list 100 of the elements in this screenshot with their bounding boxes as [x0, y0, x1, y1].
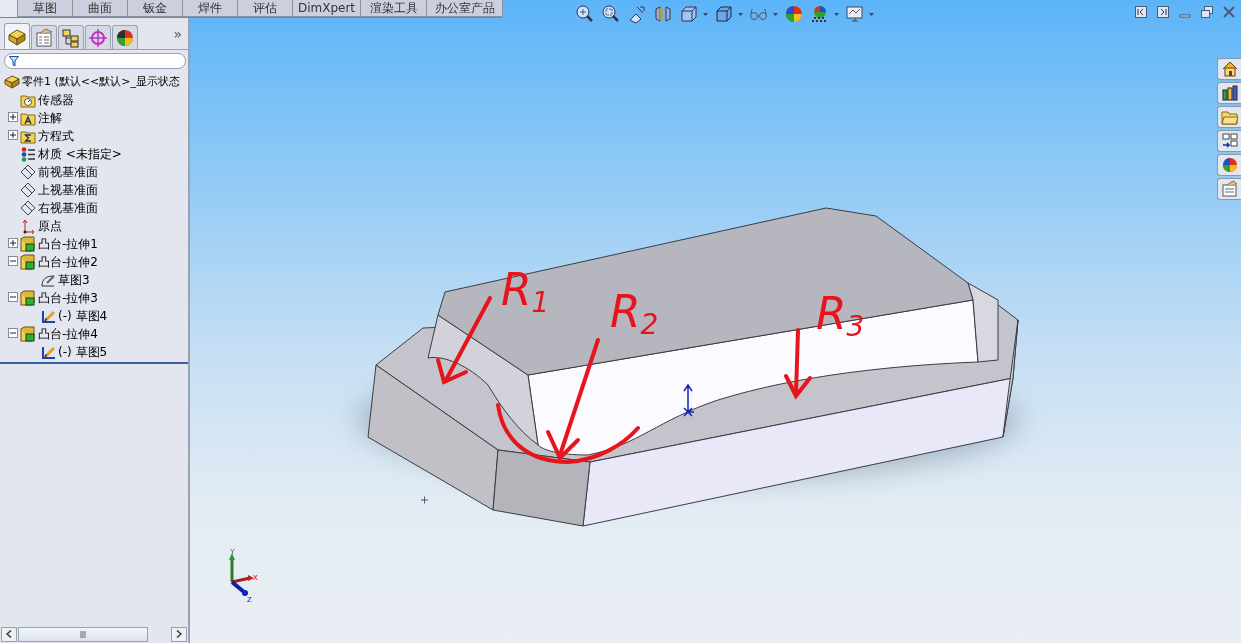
more-button[interactable]: »: [171, 24, 184, 49]
folder-icon: [20, 128, 36, 144]
folder-icon: [20, 110, 36, 126]
extrude-feature-icon: [20, 290, 36, 306]
task-pane-tab[interactable]: [1217, 58, 1241, 80]
restore-icon[interactable]: [1201, 6, 1213, 18]
folder-gauge-icon: [20, 92, 36, 108]
ribbon-tab[interactable]: 钣金: [128, 0, 183, 17]
hierarchy-icon: [61, 27, 81, 48]
task-pane-tab[interactable]: [1217, 154, 1241, 176]
zoom-area-icon: [601, 4, 621, 24]
expand-icon: [8, 112, 18, 122]
sketch-icon: [40, 272, 56, 288]
plane-icon: [20, 164, 36, 180]
property-sheet-icon: [1220, 180, 1239, 198]
tile-left-icon[interactable]: [1135, 6, 1147, 18]
tree-item[interactable]: (-) 草图5: [56, 343, 110, 361]
ribbon-tab[interactable]: 曲面: [73, 0, 128, 17]
filter-field[interactable]: [4, 53, 186, 69]
collapse-icon: [8, 292, 18, 302]
filter-icon: [9, 55, 19, 67]
chevron-right-icon: [176, 630, 182, 638]
caret-icon: [703, 12, 708, 16]
tree-item[interactable]: 凸台-拉伸4: [36, 325, 100, 343]
partial-tab[interactable]: [0, 0, 18, 17]
zoom-fit-icon: [575, 4, 595, 24]
extrude-feature-icon: [20, 236, 36, 252]
close-icon[interactable]: [1223, 6, 1235, 18]
origin-marker-icon: [683, 383, 695, 417]
color-sphere-icon: [115, 27, 135, 48]
axis-label: X: [253, 574, 258, 582]
caret-icon: [869, 12, 874, 16]
tree-toggle[interactable]: [8, 112, 18, 122]
panel-tab[interactable]: [112, 25, 138, 49]
view-orientation-icon: [679, 4, 699, 24]
property-sheet-icon: [34, 27, 54, 48]
scroll-right-button[interactable]: [171, 626, 187, 642]
previous-view-icon: [627, 4, 647, 24]
folder-icon: [1220, 108, 1239, 126]
panel-tab[interactable]: [58, 25, 84, 49]
plane-icon: [20, 182, 36, 198]
part-block-icon: [4, 74, 20, 90]
tree-item[interactable]: 凸台-拉伸2: [36, 253, 100, 271]
tree-toggle[interactable]: [8, 130, 18, 140]
tree-item[interactable]: 凸台-拉伸1: [36, 235, 100, 253]
tree-item[interactable]: 草图3: [56, 271, 92, 289]
task-pane-tab[interactable]: [1217, 82, 1241, 104]
ribbon-tab[interactable]: 评估: [238, 0, 293, 17]
tree-item[interactable]: 材质 <未指定>: [36, 145, 124, 163]
ribbon-tab[interactable]: 焊件: [183, 0, 238, 17]
handwritten-label: R$_{1}$: [501, 268, 550, 312]
annotation-arrow: [784, 328, 812, 400]
ribbon-tab[interactable]: 办公室产品: [427, 0, 503, 17]
caret-icon: [834, 12, 839, 16]
house-icon: [1220, 60, 1239, 78]
ribbon-tab[interactable]: 草图: [18, 0, 73, 17]
grip-icon: [79, 630, 87, 638]
extrude-feature-icon: [20, 254, 36, 270]
tree-item[interactable]: 前视基准面: [36, 163, 100, 181]
color-sphere-icon: [1220, 156, 1239, 174]
crosshair-target-icon: [88, 27, 108, 48]
tree-item[interactable]: 零件1 (默认<<默认>_显示状态: [20, 73, 182, 91]
caret-icon: [738, 12, 743, 16]
collapse-icon: [8, 256, 18, 266]
tree-item[interactable]: 方程式: [36, 127, 76, 145]
section-view-icon: [653, 4, 673, 24]
axis-triad-drawing: [229, 553, 254, 596]
tree-item[interactable]: 注解: [36, 109, 64, 127]
color-sphere-icon: [784, 4, 804, 24]
tree-item[interactable]: 原点: [36, 217, 64, 235]
scroll-left-button[interactable]: [1, 626, 17, 642]
expand-icon: [8, 130, 18, 140]
panel-tab[interactable]: [4, 23, 30, 49]
tree-item[interactable]: (-) 草图4: [56, 307, 110, 325]
monitor-icon: [845, 4, 865, 24]
view-palette-icon: [1220, 132, 1239, 150]
scrollbar-thumb[interactable]: [18, 626, 148, 642]
sketch-pencil-icon: [40, 344, 56, 360]
origin-axes-icon: [20, 218, 36, 234]
ribbon-tab[interactable]: DimXpert: [293, 0, 361, 17]
tile-right-icon[interactable]: [1157, 6, 1169, 18]
axis-label: Y: [230, 548, 235, 556]
tree-item[interactable]: 右视基准面: [36, 199, 100, 217]
tree-toggle[interactable]: [8, 256, 18, 266]
tree-toggle[interactable]: [8, 238, 18, 248]
extrude-feature-icon: [20, 326, 36, 342]
tree-item[interactable]: 上视基准面: [36, 181, 100, 199]
caret-icon: [773, 12, 778, 16]
tree-item[interactable]: 凸台-拉伸3: [36, 289, 100, 307]
tree-item[interactable]: 传感器: [36, 91, 76, 109]
handwritten-label: R$_{2}$: [610, 290, 659, 334]
ribbon-tab[interactable]: 渲染工具: [361, 0, 427, 17]
axis-label: Z: [247, 596, 252, 604]
task-pane-tab[interactable]: [1217, 130, 1241, 152]
sketch-pencil-icon: [40, 308, 56, 324]
chevron-left-icon: [6, 630, 12, 638]
tree-toggle[interactable]: [8, 328, 18, 338]
tree-toggle[interactable]: [8, 292, 18, 302]
expand-icon: [8, 238, 18, 248]
collapse-icon: [8, 328, 18, 338]
